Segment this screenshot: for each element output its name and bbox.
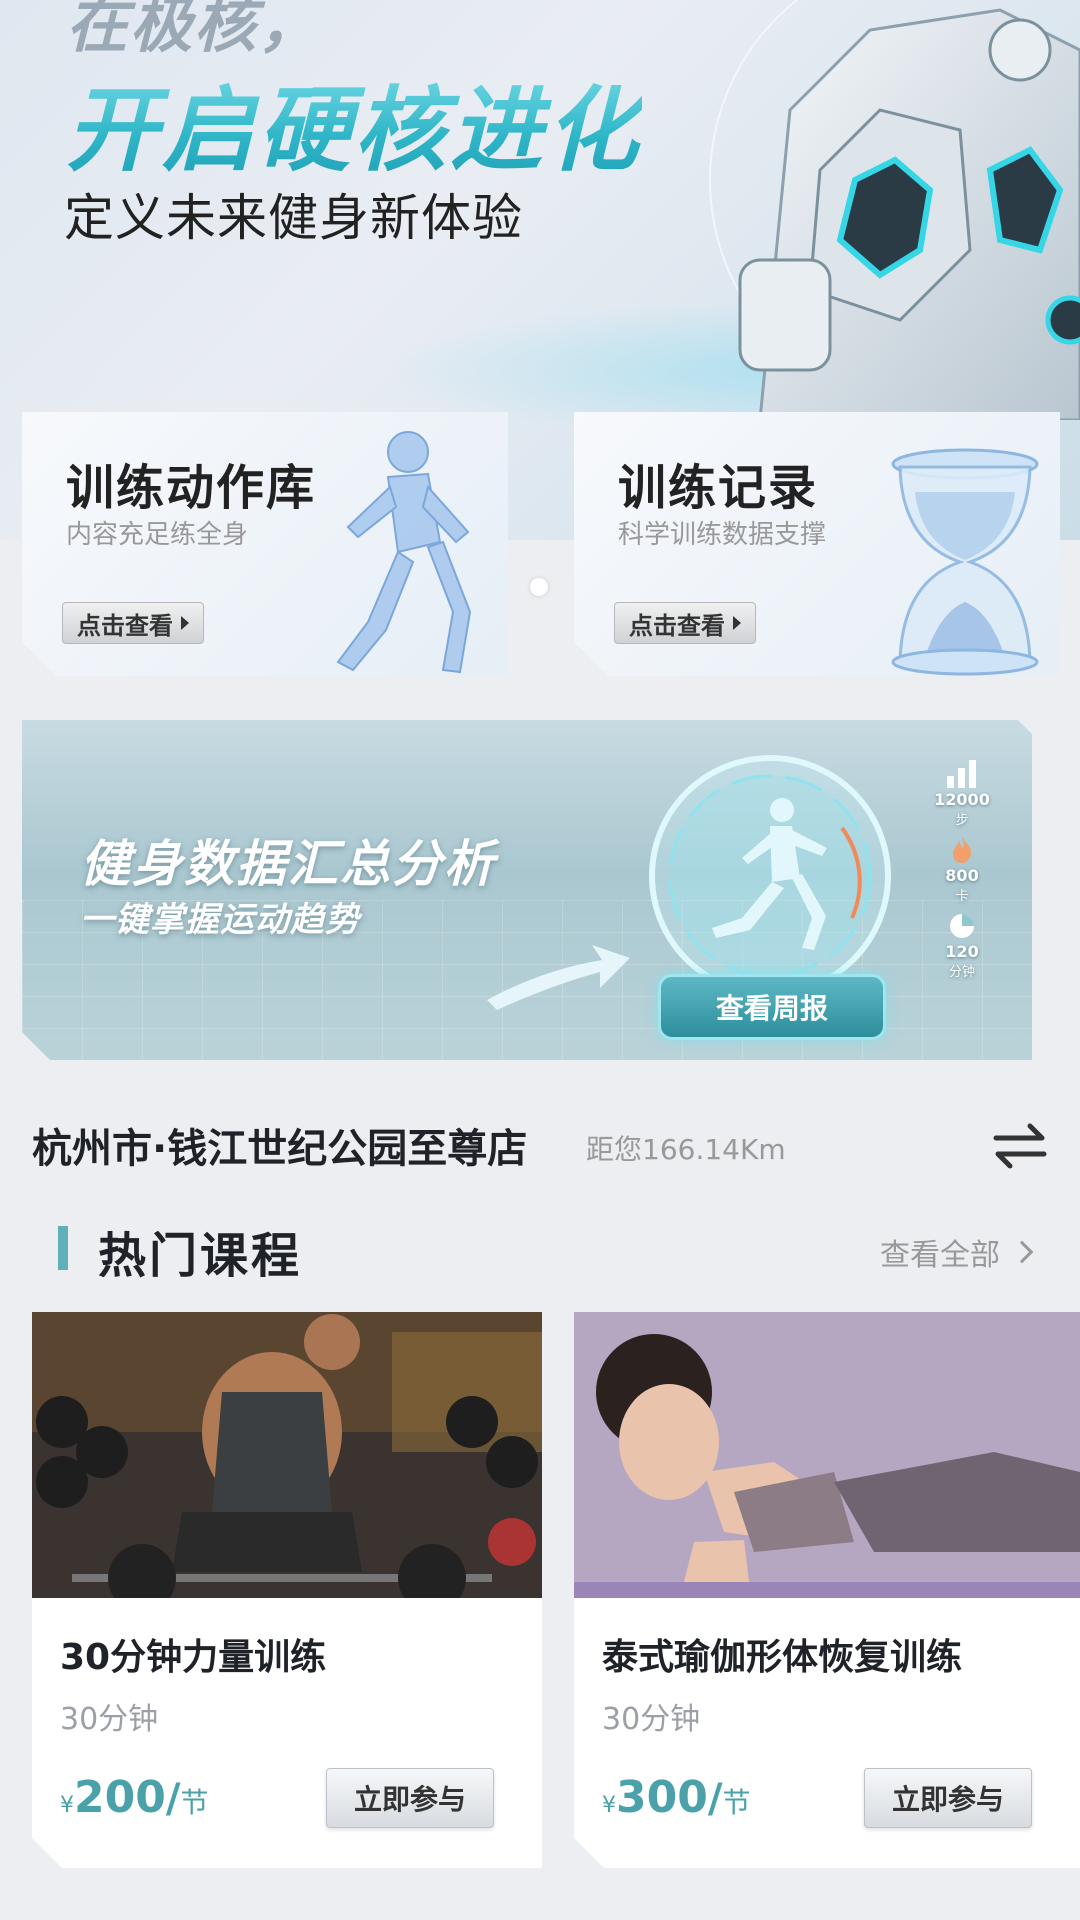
price-unit: 节 <box>722 1786 751 1819</box>
see-all-link[interactable]: 查看全部 <box>880 1230 1034 1274</box>
stat-unit: 卡 <box>955 889 969 904</box>
course-image-weightlifting <box>32 1312 542 1598</box>
course-duration: 30分钟 <box>602 1702 701 1737</box>
stat-value: 12000 <box>934 790 990 809</box>
course-price: ¥ 200 / 节 <box>60 1772 209 1823</box>
see-all-label: 查看全部 <box>880 1238 1000 1273</box>
join-button[interactable]: 立即参与 <box>864 1768 1032 1828</box>
fitness-data-banner[interactable]: 健身数据汇总分析 一键掌握运动趋势 查看周报 12000 步 800 卡 120… <box>22 720 1032 1060</box>
carousel-dot[interactable] <box>530 578 548 596</box>
feature-subtitle: 科学训练数据支撑 <box>618 520 827 550</box>
store-name[interactable]: 杭州市·钱江世纪公园至尊店 <box>32 1116 527 1174</box>
chevron-right-icon <box>1010 1240 1034 1264</box>
view-button[interactable]: 点击查看 <box>62 602 204 644</box>
join-button[interactable]: 立即参与 <box>326 1768 494 1828</box>
course-card[interactable]: 30分钟力量训练 30分钟 ¥ 200 / 节 立即参与 <box>32 1312 542 1868</box>
feature-title: 训练记录 <box>618 460 819 516</box>
play-arrow-icon <box>733 616 741 630</box>
banner-title: 健身数据汇总分析 <box>80 835 496 893</box>
pie-chart-icon <box>948 912 976 940</box>
course-price: ¥ 300 / 节 <box>602 1772 751 1823</box>
price-amount: 300 <box>616 1772 708 1823</box>
next-section-peek <box>0 1890 1080 1920</box>
hero-top-text: 在极核， <box>66 0 323 61</box>
calories-stat: 800 卡 <box>922 834 1002 904</box>
play-arrow-icon <box>181 616 189 630</box>
stat-value: 120 <box>945 942 979 961</box>
price-amount: 200 <box>74 1772 166 1823</box>
minutes-stat: 120 分钟 <box>922 912 1002 980</box>
view-button-label: 点击查看 <box>629 611 725 640</box>
weekly-report-button[interactable]: 查看周报 <box>658 974 886 1040</box>
section-accent-bar <box>58 1226 68 1270</box>
hero-subtitle: 定义未来健身新体验 <box>64 189 523 247</box>
swoosh-arrow-icon <box>482 930 632 1020</box>
course-name: 30分钟力量训练 <box>60 1637 327 1678</box>
course-image-yoga <box>574 1312 1080 1598</box>
steps-stat: 12000 步 <box>922 758 1002 828</box>
price-unit: 节 <box>180 1786 209 1819</box>
stat-value: 800 <box>945 866 979 885</box>
stat-unit: 分钟 <box>948 965 975 980</box>
feature-card-exercise-library[interactable]: 训练动作库 内容充足练全身 点击查看 <box>22 412 508 676</box>
store-distance: 距您166.14Km <box>586 1133 786 1166</box>
bar-chart-icon <box>945 758 979 788</box>
runner-ring-icon <box>642 748 898 1004</box>
course-duration: 30分钟 <box>60 1702 159 1737</box>
view-button-label: 点击查看 <box>77 611 173 640</box>
robot-illustration <box>709 0 1080 420</box>
section-title: 热门课程 <box>98 1228 303 1284</box>
hero-title: 开启硬核进化 <box>66 56 642 189</box>
feature-title: 训练动作库 <box>66 460 317 516</box>
currency-symbol: ¥ <box>602 1793 616 1818</box>
swap-icon[interactable] <box>990 1118 1050 1174</box>
course-name: 泰式瑜伽形体恢复训练 <box>602 1637 963 1678</box>
feature-subtitle: 内容充足练全身 <box>66 520 249 550</box>
hourglass-icon <box>830 412 1060 676</box>
feature-card-training-record[interactable]: 训练记录 科学训练数据支撑 点击查看 <box>574 412 1060 676</box>
banner-subtitle: 一键掌握运动趋势 <box>80 900 360 940</box>
flame-icon <box>949 834 975 864</box>
stat-unit: 步 <box>955 813 969 828</box>
currency-symbol: ¥ <box>60 1793 74 1818</box>
course-card[interactable]: 泰式瑜伽形体恢复训练 30分钟 ¥ 300 / 节 立即参与 <box>574 1312 1080 1868</box>
view-button[interactable]: 点击查看 <box>614 602 756 644</box>
